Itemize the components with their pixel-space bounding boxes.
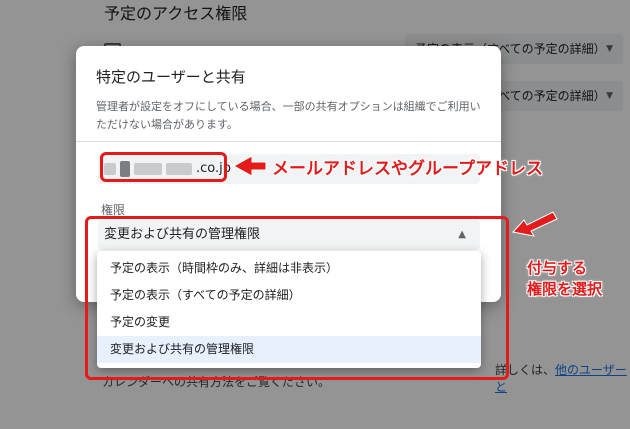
admin-note: 管理者が設定をオフにしている場合、一部の共有オプションは組織でご利用いただけない… [96, 100, 481, 131]
divider [76, 141, 501, 142]
email-callout-text: メールアドレスやグループアドレス [272, 159, 543, 179]
email-highlight-box [100, 152, 227, 182]
dialog-title: 特定のユーザーと共有 [96, 68, 246, 86]
permission-highlight-box [85, 216, 509, 380]
permission-callout-line2: 権限を選択 [527, 280, 603, 298]
permission-callout-line1: 付与する [527, 259, 588, 277]
